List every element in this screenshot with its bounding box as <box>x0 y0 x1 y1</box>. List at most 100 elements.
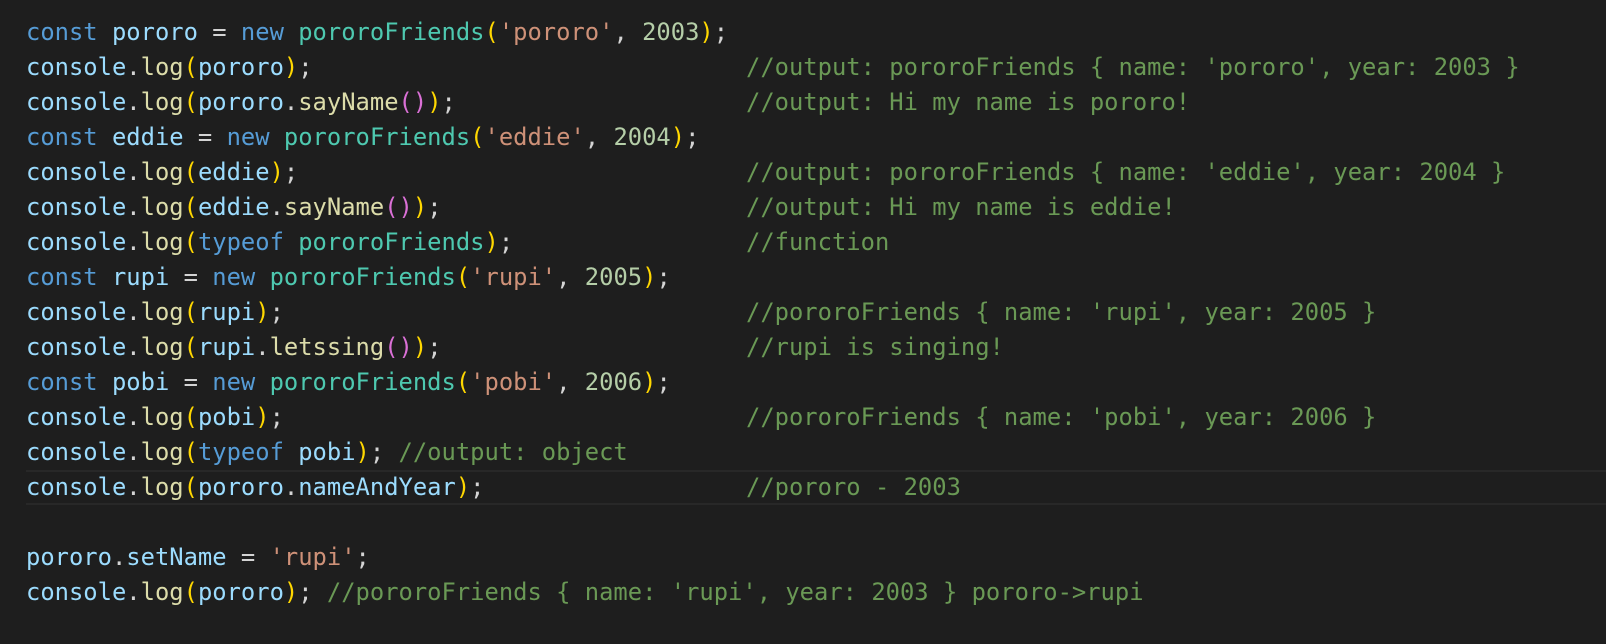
code-token: () <box>384 333 413 361</box>
code-token: ; <box>369 438 399 466</box>
code-token: typeof <box>197 228 284 256</box>
code-token: ( <box>183 333 198 361</box>
code-token: const <box>26 263 98 291</box>
code-token: , <box>613 18 643 46</box>
code-token: , <box>584 123 614 151</box>
code-token: ( <box>183 578 198 606</box>
code-token: 'pobi' <box>470 368 557 396</box>
code-token: ( <box>470 123 485 151</box>
code-token: ) <box>670 123 686 151</box>
code-line[interactable]: console.log(pororo.nameAndYear);//pororo… <box>26 470 1606 505</box>
code-text: const rupi = new pororoFriends('rupi', 2… <box>26 260 671 295</box>
code-token: ) <box>642 368 657 396</box>
code-token: ( <box>183 403 198 431</box>
code-token: log <box>140 228 184 256</box>
code-text: pororo.setName = 'rupi'; <box>26 540 370 575</box>
code-token: console <box>26 88 127 116</box>
code-token: pororo <box>26 543 112 571</box>
code-token: const <box>26 18 98 46</box>
code-line[interactable]: console.log(pororo); //pororoFriends { n… <box>26 575 1144 610</box>
code-token: pororo <box>197 473 284 501</box>
code-line[interactable]: console.log(eddie.sayName());//output: H… <box>26 190 1176 225</box>
code-token: ( <box>183 228 198 256</box>
code-token: const <box>26 123 98 151</box>
code-token: ) <box>269 158 284 186</box>
code-token: log <box>140 193 184 221</box>
code-line[interactable]: console.log(rupi.letssing());//rupi is s… <box>26 330 1004 365</box>
code-token: rupi <box>197 333 256 361</box>
line-comment: //output: pororoFriends { name: 'eddie',… <box>746 158 1506 186</box>
code-token: 'rupi' <box>470 263 557 291</box>
code-token: , <box>556 368 585 396</box>
code-token: ; <box>355 543 370 571</box>
code-token: console <box>26 333 127 361</box>
code-line[interactable]: const pororo = new pororoFriends('pororo… <box>26 15 728 50</box>
code-token: console <box>26 473 127 501</box>
code-token: ) <box>412 333 428 361</box>
code-token: log <box>140 578 184 606</box>
code-token: ) <box>283 53 299 81</box>
code-token: . <box>283 473 299 501</box>
code-token: pororo <box>197 88 284 116</box>
code-token: . <box>126 228 141 256</box>
code-line[interactable]: const pobi = new pororoFriends('pobi', 2… <box>26 365 671 400</box>
code-line[interactable]: const eddie = new pororoFriends('eddie',… <box>26 120 699 155</box>
code-token: 'pororo' <box>498 18 614 46</box>
code-line[interactable]: const rupi = new pororoFriends('rupi', 2… <box>26 260 671 295</box>
code-token: . <box>126 193 141 221</box>
code-token: ; <box>713 18 729 46</box>
code-token: log <box>140 438 184 466</box>
line-comment: //rupi is singing! <box>746 333 1004 361</box>
code-token: ) <box>283 578 299 606</box>
code-text: const eddie = new pororoFriends('eddie',… <box>26 120 699 155</box>
code-token: ( <box>183 88 198 116</box>
code-token: ; <box>298 578 327 606</box>
code-line[interactable]: console.log(pororo); //output: pororoFrie… <box>26 50 1520 85</box>
code-line[interactable]: console.log(pobi); //pororoFriends { name… <box>26 400 1376 435</box>
code-token: ; <box>685 123 700 151</box>
code-token: ( <box>455 368 471 396</box>
code-token: 2005 <box>584 263 643 291</box>
code-line[interactable]: pororo.setName = 'rupi'; <box>26 540 370 575</box>
code-line[interactable]: console.log(typeof pororoFriends); //func… <box>26 225 889 260</box>
code-token: . <box>255 333 270 361</box>
code-line[interactable]: console.log(typeof pobi); //output: obje… <box>26 435 628 470</box>
code-token: ; <box>427 193 442 221</box>
code-token: console <box>26 228 127 256</box>
code-token: . <box>126 333 141 361</box>
code-token: eddie <box>111 123 184 151</box>
code-token: ( <box>183 298 198 326</box>
code-token: new <box>212 263 256 291</box>
code-token: 'eddie' <box>484 123 585 151</box>
code-token: pororoFriends <box>269 263 456 291</box>
code-line[interactable]: console.log(eddie); //output: pororoFrien… <box>26 155 1505 190</box>
code-token: ; <box>498 228 514 256</box>
code-token: . <box>111 543 127 571</box>
code-editor[interactable]: const pororo = new pororoFriends ( 'pororo… <box>0 0 1606 644</box>
code-token: ( <box>183 193 198 221</box>
code-line[interactable]: console.log(rupi); //pororoFriends { name… <box>26 295 1376 330</box>
code-token: pororo <box>111 18 198 46</box>
code-token: console <box>26 158 127 186</box>
code-line[interactable]: console.log(pororo.sayName());//output: … <box>26 85 1190 120</box>
code-token: pororoFriends <box>298 18 485 46</box>
code-token: ) <box>255 403 270 431</box>
code-token: const <box>26 368 98 396</box>
code-text: console.log(eddie); <box>26 155 298 190</box>
code-token: = <box>169 368 213 396</box>
code-token: log <box>140 53 184 81</box>
code-text: console.log(pororo); //pororoFriends { n… <box>26 575 1144 610</box>
code-token: log <box>140 88 184 116</box>
code-token: console <box>26 578 127 606</box>
code-token: . <box>283 88 299 116</box>
code-token: new <box>212 368 256 396</box>
code-token: ; <box>470 473 485 501</box>
code-token: pororoFriends <box>298 228 485 256</box>
